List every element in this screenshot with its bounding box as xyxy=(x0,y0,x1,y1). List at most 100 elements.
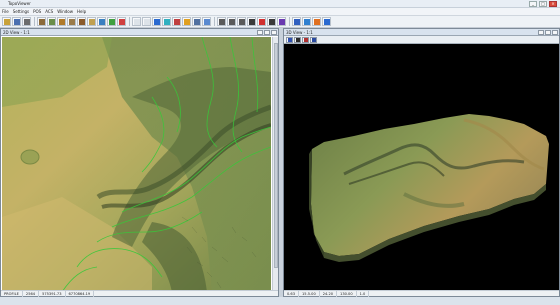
menu-window[interactable]: Window xyxy=(57,8,73,16)
view-3d-minimize-button[interactable] xyxy=(538,30,544,35)
close-button[interactable]: × xyxy=(549,1,557,7)
rotate-icon xyxy=(303,37,308,42)
map-2d-window[interactable]: 2D View - 1:1 PROFILE 2564 575391.73 677… xyxy=(0,28,279,297)
open-folder-button[interactable] xyxy=(2,17,11,26)
menu-pos[interactable]: POS xyxy=(33,8,41,16)
map-2d-close-button[interactable] xyxy=(271,30,277,35)
hillshade-button[interactable] xyxy=(37,17,46,26)
map-2d-scroll-thumb[interactable] xyxy=(274,43,278,268)
status-elevation: 2564 xyxy=(23,290,40,297)
terrain-3d-surface[interactable] xyxy=(284,44,559,291)
map-2d-minimize-button[interactable] xyxy=(257,30,263,35)
cyan-square-button[interactable] xyxy=(162,17,171,26)
color-ramp-icon xyxy=(118,18,125,25)
measure-button[interactable] xyxy=(277,17,286,26)
window-controls: _ □ × xyxy=(529,1,557,7)
layer-button[interactable] xyxy=(87,17,96,26)
contour-icon xyxy=(58,18,65,25)
status-northing: 6770864.19 xyxy=(66,290,95,297)
blank-icon xyxy=(143,18,150,25)
menu-settings[interactable]: Settings xyxy=(13,8,29,16)
slope-button[interactable] xyxy=(67,17,76,26)
view-3d-statusbar: 0.63 15.5.00 24.20 130.00 1.0 xyxy=(284,290,559,297)
rgb-icon xyxy=(183,18,190,25)
save-icon xyxy=(13,18,20,25)
map-2d-maximize-button[interactable] xyxy=(264,30,270,35)
print-icon xyxy=(23,18,30,25)
view-3d-titlebar[interactable]: 3D View - 1:1 xyxy=(284,29,559,36)
rotate-3d-button[interactable] xyxy=(302,36,309,43)
blue-square-icon xyxy=(153,18,160,25)
zoom-out-button[interactable] xyxy=(227,17,236,26)
query-button[interactable] xyxy=(267,17,276,26)
settings-button[interactable] xyxy=(312,17,321,26)
aspect-icon xyxy=(78,18,85,25)
pointer-icon xyxy=(248,18,255,25)
map-2d-window-controls xyxy=(257,30,277,35)
save-button[interactable] xyxy=(12,17,21,26)
map-2d-vertical-scrollbar[interactable] xyxy=(272,37,278,292)
open-folder-icon xyxy=(3,18,10,25)
pencil-button[interactable] xyxy=(292,17,301,26)
toolbar-separator xyxy=(214,17,215,26)
aspect-button[interactable] xyxy=(77,17,86,26)
pointer-button[interactable] xyxy=(247,17,256,26)
view-3d-window[interactable]: 3D View - 1:1 0.63 15.5.00 24.20 130.00 … xyxy=(283,28,560,297)
status-3d-time: 15.5.00 xyxy=(299,290,320,297)
home-3d-button[interactable] xyxy=(286,36,293,43)
menu-help[interactable]: Help xyxy=(77,8,86,16)
view-3d-title: 3D View - 1:1 xyxy=(286,30,313,35)
palette-icon xyxy=(108,18,115,25)
light-3d-button[interactable] xyxy=(310,36,317,43)
toolbar-separator xyxy=(289,17,290,26)
zoom-in-button[interactable] xyxy=(217,17,226,26)
status-3d-exaggeration: 1.0 xyxy=(357,290,370,297)
cyan-square-icon xyxy=(163,18,170,25)
marker-icon xyxy=(258,18,265,25)
print-button[interactable] xyxy=(22,17,31,26)
terrain-map-2d[interactable] xyxy=(2,37,271,292)
view-3d-close-button[interactable] xyxy=(552,30,558,35)
camera-icon xyxy=(295,37,300,42)
blue-square-button[interactable] xyxy=(152,17,161,26)
help-icon xyxy=(323,18,330,25)
main-toolbar xyxy=(0,16,560,28)
pan-button[interactable] xyxy=(237,17,246,26)
query-icon xyxy=(268,18,275,25)
contour-button[interactable] xyxy=(57,17,66,26)
zoom-out-icon xyxy=(228,18,235,25)
status-3d-zoom: 0.63 xyxy=(284,290,300,297)
view-3d-toolbar xyxy=(284,36,559,44)
view-3d-maximize-button[interactable] xyxy=(545,30,551,35)
status-easting: 575391.73 xyxy=(39,290,66,297)
blank-button[interactable] xyxy=(132,17,141,26)
grid-icon xyxy=(98,18,105,25)
settings-icon xyxy=(313,18,320,25)
menu-acs[interactable]: ACS xyxy=(45,8,53,16)
view-3d-window-controls xyxy=(538,30,558,35)
blank-button[interactable] xyxy=(142,17,151,26)
window-icon xyxy=(203,18,210,25)
chart-button[interactable] xyxy=(172,17,181,26)
globe-button[interactable] xyxy=(302,17,311,26)
map-2d-titlebar[interactable]: 2D View - 1:1 xyxy=(1,29,278,36)
marker-button[interactable] xyxy=(257,17,266,26)
grid-button[interactable] xyxy=(97,17,106,26)
color-ramp-button[interactable] xyxy=(117,17,126,26)
camera-3d-button[interactable] xyxy=(294,36,301,43)
terrain-button[interactable] xyxy=(47,17,56,26)
rgb-button[interactable] xyxy=(182,17,191,26)
minimize-button[interactable]: _ xyxy=(529,1,537,7)
globe-icon xyxy=(303,18,310,25)
terrain-3d-viewport[interactable] xyxy=(284,44,559,291)
terrain-icon xyxy=(48,18,55,25)
menu-file[interactable]: File xyxy=(2,8,9,16)
terrain-hillshade[interactable] xyxy=(2,37,271,292)
hillshade-icon xyxy=(38,18,45,25)
window-button[interactable] xyxy=(202,17,211,26)
pan-icon xyxy=(238,18,245,25)
maximize-button[interactable]: □ xyxy=(539,1,547,7)
help-button[interactable] xyxy=(322,17,331,26)
palette-button[interactable] xyxy=(107,17,116,26)
table-button[interactable] xyxy=(192,17,201,26)
